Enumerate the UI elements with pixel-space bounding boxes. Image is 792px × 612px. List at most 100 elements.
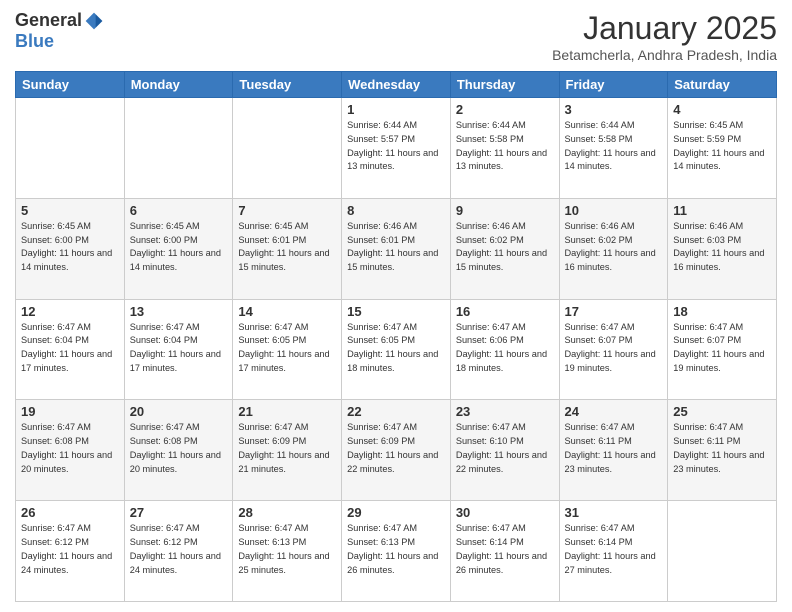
table-row: 10 Sunrise: 6:46 AM Sunset: 6:02 PM Dayli… (559, 198, 668, 299)
table-row: 29Sunrise: 6:47 AM Sunset: 6:13 PM Dayli… (342, 501, 451, 602)
day-info: Sunrise: 6:47 AM Sunset: 6:11 PM Dayligh… (565, 421, 663, 476)
day-info: Sunrise: 6:44 AM Sunset: 5:58 PM Dayligh… (565, 119, 663, 174)
day-number: 6 (130, 203, 228, 218)
day-info: Sunrise: 6:47 AM Sunset: 6:04 PM Dayligh… (21, 321, 119, 376)
table-row: 12 Sunrise: 6:47 AM Sunset: 6:04 PM Dayli… (16, 299, 125, 400)
table-row (124, 98, 233, 199)
table-row: 23 Sunrise: 6:47 AM Sunset: 6:10 PM Dayli… (450, 400, 559, 501)
day-number: 18 (673, 304, 771, 319)
day-info: Sunrise: 6:44 AM Sunset: 5:58 PM Dayligh… (456, 119, 554, 174)
day-number: 17 (565, 304, 663, 319)
table-row: 19 Sunrise: 6:47 AM Sunset: 6:08 PM Dayli… (16, 400, 125, 501)
day-number: 27 (130, 505, 228, 520)
day-number: 21 (238, 404, 336, 419)
week-row-0: 1Sunrise: 6:44 AM Sunset: 5:57 PM Daylig… (16, 98, 777, 199)
day-number: 28 (238, 505, 336, 520)
table-row: 18Sunrise: 6:47 AM Sunset: 6:07 PM Dayli… (668, 299, 777, 400)
table-row: 9Sunrise: 6:46 AM Sunset: 6:02 PM Daylig… (450, 198, 559, 299)
day-number: 22 (347, 404, 445, 419)
table-row: 5Sunrise: 6:45 AM Sunset: 6:00 PM Daylig… (16, 198, 125, 299)
table-row: 20 Sunrise: 6:47 AM Sunset: 6:08 PM Dayli… (124, 400, 233, 501)
day-info: Sunrise: 6:47 AM Sunset: 6:13 PM Dayligh… (238, 522, 336, 577)
col-monday: Monday (124, 72, 233, 98)
table-row: 1Sunrise: 6:44 AM Sunset: 5:57 PM Daylig… (342, 98, 451, 199)
day-info: Sunrise: 6:47 AM Sunset: 6:06 PM Dayligh… (456, 321, 554, 376)
table-row: 8Sunrise: 6:46 AM Sunset: 6:01 PM Daylig… (342, 198, 451, 299)
table-row: 17 Sunrise: 6:47 AM Sunset: 6:07 PM Dayli… (559, 299, 668, 400)
table-row: 2 Sunrise: 6:44 AM Sunset: 5:58 PM Daylig… (450, 98, 559, 199)
table-row: 22 Sunrise: 6:47 AM Sunset: 6:09 PM Dayli… (342, 400, 451, 501)
day-number: 24 (565, 404, 663, 419)
day-number: 1 (347, 102, 445, 117)
calendar-page: General Blue January 2025 Betamcherla, A… (0, 0, 792, 612)
day-number: 5 (21, 203, 119, 218)
table-row: 14Sunrise: 6:47 AM Sunset: 6:05 PM Dayli… (233, 299, 342, 400)
day-info: Sunrise: 6:47 AM Sunset: 6:14 PM Dayligh… (565, 522, 663, 577)
day-info: Sunrise: 6:47 AM Sunset: 6:07 PM Dayligh… (565, 321, 663, 376)
table-row: 30 Sunrise: 6:47 AM Sunset: 6:14 PM Dayli… (450, 501, 559, 602)
day-number: 19 (21, 404, 119, 419)
month-title: January 2025 (552, 10, 777, 47)
day-number: 31 (565, 505, 663, 520)
day-info: Sunrise: 6:47 AM Sunset: 6:08 PM Dayligh… (130, 421, 228, 476)
day-number: 8 (347, 203, 445, 218)
table-row: 11 Sunrise: 6:46 AM Sunset: 6:03 PM Dayli… (668, 198, 777, 299)
calendar-header-row: Sunday Monday Tuesday Wednesday Thursday… (16, 72, 777, 98)
logo-general: General (15, 10, 82, 31)
day-number: 13 (130, 304, 228, 319)
day-number: 29 (347, 505, 445, 520)
day-info: Sunrise: 6:47 AM Sunset: 6:10 PM Dayligh… (456, 421, 554, 476)
logo-blue-text: Blue (15, 31, 54, 51)
day-info: Sunrise: 6:47 AM Sunset: 6:09 PM Dayligh… (238, 421, 336, 476)
table-row: 28 Sunrise: 6:47 AM Sunset: 6:13 PM Dayli… (233, 501, 342, 602)
table-row: 26 Sunrise: 6:47 AM Sunset: 6:12 PM Dayli… (16, 501, 125, 602)
table-row (16, 98, 125, 199)
table-row: 6 Sunrise: 6:45 AM Sunset: 6:00 PM Daylig… (124, 198, 233, 299)
day-info: Sunrise: 6:46 AM Sunset: 6:03 PM Dayligh… (673, 220, 771, 275)
day-number: 3 (565, 102, 663, 117)
day-number: 23 (456, 404, 554, 419)
week-row-4: 26 Sunrise: 6:47 AM Sunset: 6:12 PM Dayli… (16, 501, 777, 602)
week-row-2: 12 Sunrise: 6:47 AM Sunset: 6:04 PM Dayli… (16, 299, 777, 400)
day-number: 10 (565, 203, 663, 218)
logo: General Blue (15, 10, 104, 52)
location: Betamcherla, Andhra Pradesh, India (552, 47, 777, 63)
day-info: Sunrise: 6:47 AM Sunset: 6:05 PM Dayligh… (347, 321, 445, 376)
day-info: Sunrise: 6:46 AM Sunset: 6:02 PM Dayligh… (565, 220, 663, 275)
day-number: 26 (21, 505, 119, 520)
day-number: 20 (130, 404, 228, 419)
day-number: 30 (456, 505, 554, 520)
table-row: 15Sunrise: 6:47 AM Sunset: 6:05 PM Dayli… (342, 299, 451, 400)
week-row-3: 19 Sunrise: 6:47 AM Sunset: 6:08 PM Dayli… (16, 400, 777, 501)
table-row (668, 501, 777, 602)
day-number: 14 (238, 304, 336, 319)
logo-icon (84, 11, 104, 31)
day-info: Sunrise: 6:45 AM Sunset: 6:00 PM Dayligh… (130, 220, 228, 275)
day-info: Sunrise: 6:47 AM Sunset: 6:08 PM Dayligh… (21, 421, 119, 476)
logo-text: General (15, 10, 104, 31)
table-row: 16 Sunrise: 6:47 AM Sunset: 6:06 PM Dayli… (450, 299, 559, 400)
title-section: January 2025 Betamcherla, Andhra Pradesh… (552, 10, 777, 63)
day-info: Sunrise: 6:47 AM Sunset: 6:09 PM Dayligh… (347, 421, 445, 476)
table-row: 13Sunrise: 6:47 AM Sunset: 6:04 PM Dayli… (124, 299, 233, 400)
col-thursday: Thursday (450, 72, 559, 98)
day-info: Sunrise: 6:45 AM Sunset: 6:01 PM Dayligh… (238, 220, 336, 275)
day-number: 2 (456, 102, 554, 117)
header: General Blue January 2025 Betamcherla, A… (15, 10, 777, 63)
table-row: 31 Sunrise: 6:47 AM Sunset: 6:14 PM Dayli… (559, 501, 668, 602)
table-row: 24 Sunrise: 6:47 AM Sunset: 6:11 PM Dayli… (559, 400, 668, 501)
day-number: 12 (21, 304, 119, 319)
calendar-table: Sunday Monday Tuesday Wednesday Thursday… (15, 71, 777, 602)
table-row: 4Sunrise: 6:45 AM Sunset: 5:59 PM Daylig… (668, 98, 777, 199)
day-number: 25 (673, 404, 771, 419)
day-number: 11 (673, 203, 771, 218)
day-number: 4 (673, 102, 771, 117)
day-info: Sunrise: 6:47 AM Sunset: 6:12 PM Dayligh… (130, 522, 228, 577)
col-tuesday: Tuesday (233, 72, 342, 98)
table-row: 27 Sunrise: 6:47 AM Sunset: 6:12 PM Dayli… (124, 501, 233, 602)
day-info: Sunrise: 6:47 AM Sunset: 6:14 PM Dayligh… (456, 522, 554, 577)
day-info: Sunrise: 6:47 AM Sunset: 6:12 PM Dayligh… (21, 522, 119, 577)
day-info: Sunrise: 6:47 AM Sunset: 6:11 PM Dayligh… (673, 421, 771, 476)
day-number: 16 (456, 304, 554, 319)
col-friday: Friday (559, 72, 668, 98)
